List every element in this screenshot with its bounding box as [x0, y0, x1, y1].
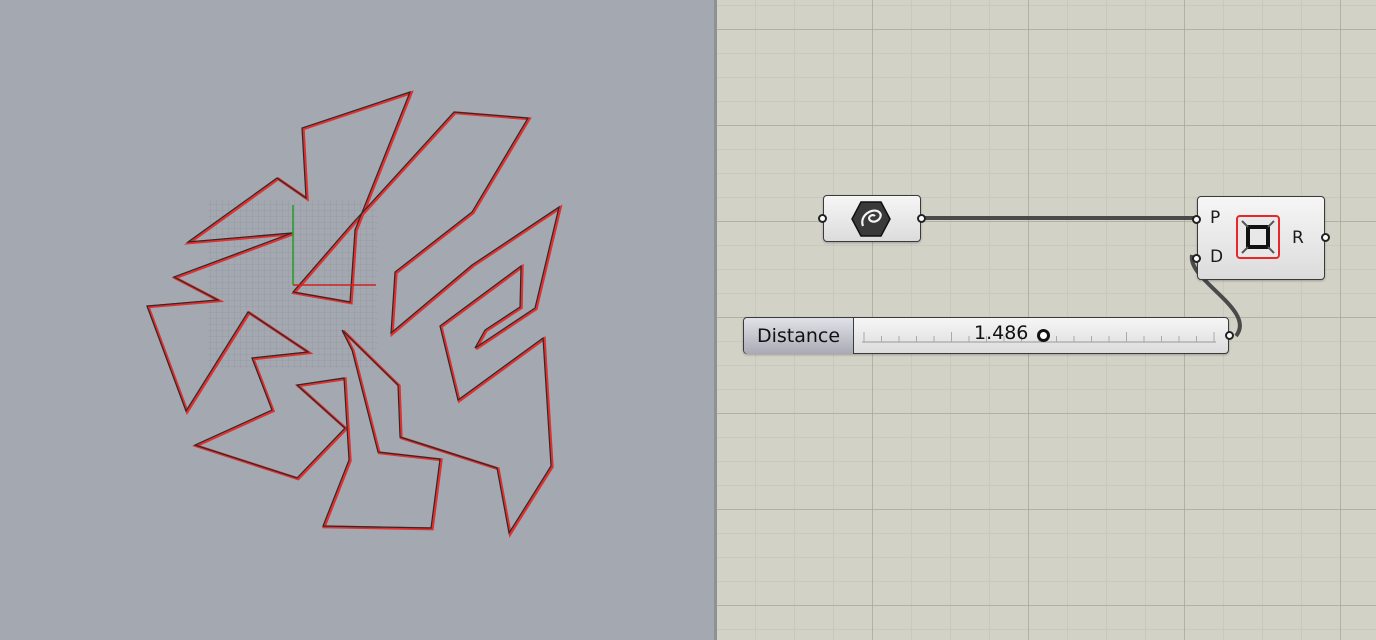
- input-d-grip[interactable]: [1192, 254, 1201, 263]
- slider-value: 1.486: [974, 322, 1029, 344]
- input-p-label: P: [1210, 208, 1221, 228]
- curve-output-grip[interactable]: [917, 214, 926, 223]
- input-p-grip[interactable]: [1192, 215, 1201, 224]
- rhino-viewport[interactable]: [0, 0, 714, 640]
- viewport-scene: [146, 90, 563, 538]
- output-r-grip[interactable]: [1321, 233, 1330, 242]
- slider-name[interactable]: Distance: [744, 318, 854, 354]
- output-r-label: R: [1292, 228, 1304, 248]
- curve-input-grip[interactable]: [818, 214, 827, 223]
- slider-output-grip[interactable]: [1225, 331, 1234, 340]
- curve-parameter[interactable]: [818, 195, 926, 242]
- curve-hexagon-icon: [851, 201, 891, 237]
- offset-curve-icon: [1236, 215, 1280, 259]
- offset-component[interactable]: P D R: [1192, 196, 1330, 280]
- distance-slider[interactable]: Distance 1.486: [743, 317, 1234, 354]
- slider-knob[interactable]: [1037, 329, 1050, 342]
- input-d-label: D: [1210, 247, 1224, 267]
- grasshopper-canvas[interactable]: P D R Distance 1.486: [717, 0, 1376, 640]
